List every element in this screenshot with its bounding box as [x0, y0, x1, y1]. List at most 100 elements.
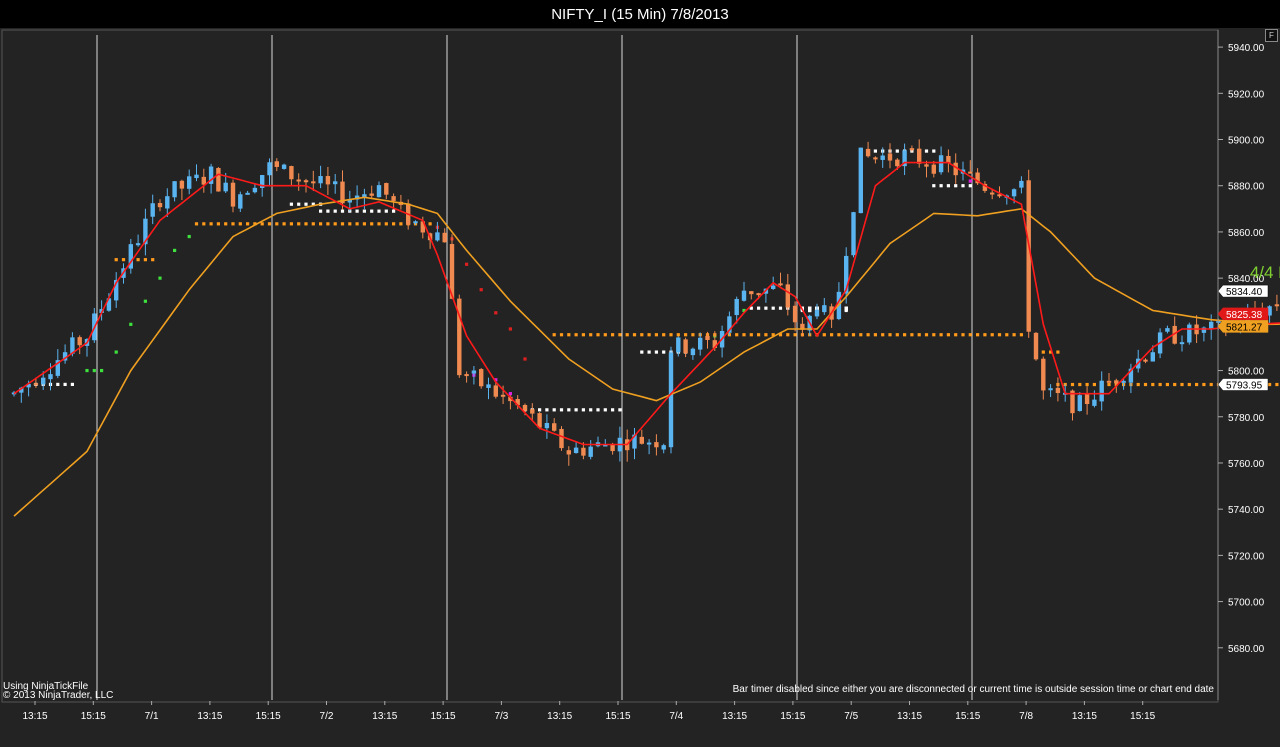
level-dot	[997, 333, 1002, 337]
stop-dot	[808, 307, 812, 311]
stop-dot	[187, 234, 191, 239]
stop-dot	[968, 179, 972, 183]
candle	[668, 346, 674, 454]
level-dot	[691, 333, 695, 337]
stop-dot	[961, 184, 965, 188]
x-tick-label: 13:15	[547, 711, 572, 722]
level-dot	[632, 333, 637, 337]
stop-dot	[158, 276, 162, 280]
level-dot	[1085, 382, 1089, 387]
stop-dot	[545, 408, 549, 412]
svg-text:5834.40: 5834.40	[1226, 287, 1263, 298]
price-label-slow-ma: 5821.27	[1217, 320, 1269, 333]
level-dot	[1165, 382, 1169, 387]
level-dot	[976, 333, 980, 337]
x-tick-label: 7/1	[145, 711, 159, 722]
y-tick-label: 5700.00	[1228, 598, 1265, 609]
level-dot	[260, 222, 264, 226]
level-dot	[990, 333, 994, 337]
stop-dot	[173, 248, 177, 253]
level-dot	[618, 333, 622, 337]
level-dot	[209, 222, 213, 226]
y-tick-label: 5780.00	[1228, 413, 1265, 424]
y-tick-label: 5720.00	[1228, 551, 1265, 562]
level-dot	[735, 333, 739, 337]
stop-dot	[355, 209, 359, 213]
level-dot	[231, 222, 235, 226]
stop-dot	[603, 408, 607, 412]
level-dot	[932, 333, 936, 337]
stop-dot	[370, 209, 374, 213]
level-dot	[837, 333, 841, 337]
stop-dot	[129, 322, 133, 326]
stop-dot	[85, 368, 89, 373]
level-dot	[392, 222, 396, 226]
chart-window: NIFTY_I (15 Min) 7/8/2013 F 5680.00 5700.…	[0, 0, 1280, 747]
level-dot	[1012, 333, 1016, 337]
level-dot	[151, 258, 155, 262]
candle	[479, 368, 484, 389]
svg-text:5793.95: 5793.95	[1226, 381, 1263, 392]
level-dot	[1136, 382, 1140, 387]
stop-dot	[319, 209, 323, 213]
level-dot	[1209, 382, 1213, 387]
level-dot	[333, 222, 337, 226]
svg-text:5825.38: 5825.38	[1226, 310, 1263, 321]
stop-dot	[494, 311, 498, 315]
stop-dot	[333, 209, 337, 213]
level-dot	[684, 333, 688, 337]
stop-dot	[70, 382, 74, 387]
stop-dot	[946, 184, 950, 188]
price-chart[interactable]: 5680.00 5700.00 5720.00 5740.00 5760.00 5780.…	[0, 0, 1280, 747]
level-dot	[662, 333, 666, 337]
stop-dot	[654, 350, 658, 354]
stop-dot	[297, 202, 301, 206]
candle	[851, 211, 856, 258]
level-dot	[881, 333, 885, 337]
stop-dot	[289, 202, 293, 206]
level-dot	[275, 222, 279, 226]
stop-dot	[764, 306, 768, 310]
level-dot	[246, 222, 250, 226]
price-label-fast-ma: 5825.38	[1217, 307, 1269, 321]
x-tick-label: 13:15	[22, 711, 47, 722]
level-dot	[114, 258, 118, 262]
stop-dot	[618, 408, 622, 412]
level-dot	[355, 222, 359, 226]
level-dot	[873, 333, 877, 337]
level-dot	[793, 333, 797, 337]
stop-dot	[92, 368, 96, 373]
stop-dot	[873, 149, 877, 153]
stop-dot	[662, 350, 666, 354]
level-dot	[859, 333, 863, 337]
bar-timer-status: Bar timer disabled since either you are …	[732, 684, 1214, 695]
level-dot	[267, 222, 272, 226]
level-dot	[742, 333, 746, 337]
level-dot	[121, 258, 126, 262]
stop-dot	[340, 209, 345, 213]
level-dot	[603, 333, 607, 337]
candle	[128, 238, 133, 274]
level-dot	[1041, 350, 1045, 354]
stop-dot	[924, 149, 929, 153]
level-dot	[348, 222, 352, 226]
level-dot	[654, 333, 658, 337]
stop-dot	[757, 306, 761, 310]
level-dot	[647, 333, 651, 337]
level-dot	[611, 333, 615, 337]
stop-dot	[771, 306, 775, 310]
level-dot	[1143, 382, 1148, 387]
level-dot	[625, 333, 629, 337]
level-dot	[851, 333, 856, 337]
stop-dot	[596, 408, 600, 412]
stop-dot	[508, 327, 512, 331]
level-dot	[581, 333, 585, 337]
x-tick-label: 7/5	[844, 711, 858, 722]
stop-dot	[552, 408, 556, 412]
level-dot	[143, 258, 147, 262]
level-dot	[552, 333, 556, 337]
x-tick-label: 7/2	[320, 711, 334, 722]
x-tick-label: 13:15	[372, 711, 397, 722]
level-dot	[764, 333, 768, 337]
level-dot	[866, 333, 870, 337]
